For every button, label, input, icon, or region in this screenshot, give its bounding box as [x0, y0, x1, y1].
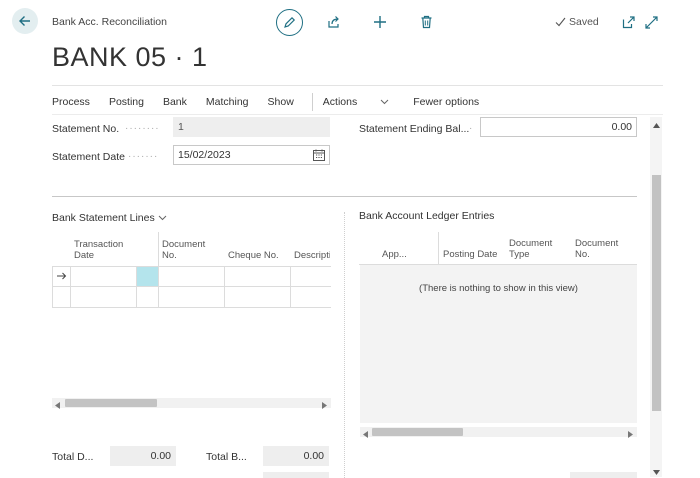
- statement-date-value: 15/02/2023: [178, 149, 231, 161]
- statement-date-leader: ·······: [128, 151, 159, 162]
- delete-button[interactable]: [417, 13, 435, 31]
- part-separator: [344, 212, 345, 478]
- ledger-total-partial: [570, 472, 637, 478]
- statement-no-leader: ········: [125, 123, 160, 134]
- ending-balance-field[interactable]: 0.00: [480, 117, 637, 137]
- action-bar-divider: [52, 114, 663, 115]
- total-field-partial: [263, 472, 329, 478]
- trash-icon: [421, 15, 431, 29]
- ending-balance-label: Statement Ending Bal...: [359, 123, 469, 135]
- actions-menu[interactable]: Actions: [323, 96, 389, 108]
- open-in-new-window-icon: [622, 15, 635, 28]
- ledger-entries-title: Bank Account Ledger Entries: [359, 210, 495, 222]
- action-show[interactable]: Show: [268, 96, 294, 108]
- col-cheque-no[interactable]: Cheque No.: [228, 250, 288, 261]
- header-divider-line: [158, 232, 159, 266]
- scroll-left-icon[interactable]: [363, 429, 368, 441]
- edit-button[interactable]: [276, 9, 303, 36]
- statement-no-label: Statement No.: [52, 123, 119, 135]
- grid-line: [52, 266, 53, 307]
- action-bar: Process Posting Bank Matching Show Actio…: [52, 93, 498, 111]
- expand-icon: [644, 15, 658, 29]
- plus-icon: [374, 16, 386, 28]
- calendar-icon[interactable]: [313, 149, 325, 164]
- col-applied[interactable]: App...: [382, 249, 407, 260]
- statement-no-field[interactable]: 1: [173, 117, 330, 137]
- open-new-window-button[interactable]: [619, 13, 637, 31]
- new-button[interactable]: [371, 13, 389, 31]
- total-d-field[interactable]: 0.00: [110, 446, 176, 466]
- lines-scrollbar-thumb[interactable]: [65, 399, 157, 407]
- back-button[interactable]: [12, 8, 38, 34]
- checkmark-icon: [555, 17, 566, 27]
- grid-line: [158, 266, 159, 307]
- action-posting[interactable]: Posting: [109, 96, 144, 108]
- pencil-icon: [284, 16, 296, 28]
- expand-button[interactable]: [642, 13, 660, 31]
- share-button[interactable]: [325, 13, 343, 31]
- header-divider: [52, 85, 663, 86]
- statement-date-field[interactable]: 15/02/2023: [173, 145, 330, 165]
- grid-line: [290, 266, 291, 307]
- saved-label: Saved: [569, 16, 599, 28]
- grid-line: [224, 266, 225, 307]
- col-document-no[interactable]: Document No.: [162, 239, 220, 261]
- statement-date-label: Statement Date: [52, 151, 125, 163]
- action-matching[interactable]: Matching: [206, 96, 249, 108]
- bank-statement-lines-title[interactable]: Bank Statement Lines: [52, 212, 167, 224]
- bank-statement-lines-title-text: Bank Statement Lines: [52, 212, 155, 224]
- selected-cell[interactable]: [137, 267, 158, 286]
- col-transaction-date[interactable]: Transaction Date: [74, 239, 134, 261]
- page-scrollbar-thumb[interactable]: [652, 175, 661, 411]
- total-b-field[interactable]: 0.00: [263, 446, 329, 466]
- action-separator: [311, 93, 313, 111]
- col-description[interactable]: Descriptio: [294, 250, 330, 261]
- grid-line: [70, 266, 71, 307]
- scroll-down-icon[interactable]: [653, 466, 660, 478]
- col-ledger-document-no[interactable]: Document No.: [575, 238, 633, 260]
- page-caption: Bank Acc. Reconciliation: [52, 16, 167, 28]
- chevron-down-icon: [380, 99, 389, 105]
- page-title: BANK 05 · 1: [52, 42, 208, 72]
- save-status: Saved: [555, 16, 599, 28]
- statement-no-label-text: Statement No.: [52, 123, 120, 135]
- total-b-label: Total B...: [206, 451, 247, 463]
- scroll-right-icon[interactable]: [628, 429, 633, 441]
- statement-date-label-text: Statement Date: [52, 151, 125, 163]
- actions-menu-label: Actions: [322, 96, 358, 108]
- scroll-left-icon[interactable]: [55, 400, 60, 412]
- empty-view-message: (There is nothing to show in this view): [419, 283, 578, 294]
- arrow-left-icon: [19, 16, 30, 26]
- scroll-right-icon[interactable]: [322, 400, 327, 412]
- scroll-up-icon[interactable]: [653, 119, 660, 131]
- header-divider-line: [438, 232, 439, 264]
- grid-line: [52, 307, 331, 308]
- share-icon: [328, 16, 339, 28]
- action-bank[interactable]: Bank: [163, 96, 187, 108]
- action-process[interactable]: Process: [52, 96, 90, 108]
- fewer-options-button[interactable]: Fewer options: [413, 96, 479, 108]
- ending-balance-label-text: Statement Ending Bal...: [359, 123, 470, 135]
- col-document-type[interactable]: Document Type: [509, 238, 567, 260]
- ledger-scrollbar-thumb[interactable]: [372, 428, 463, 436]
- section-divider: [52, 196, 637, 197]
- chevron-down-icon: [158, 215, 167, 221]
- row-pointer-icon: [57, 271, 67, 283]
- total-d-label: Total D...: [52, 451, 94, 463]
- col-posting-date[interactable]: Posting Date: [443, 249, 497, 260]
- ending-balance-leader: ·: [469, 123, 474, 134]
